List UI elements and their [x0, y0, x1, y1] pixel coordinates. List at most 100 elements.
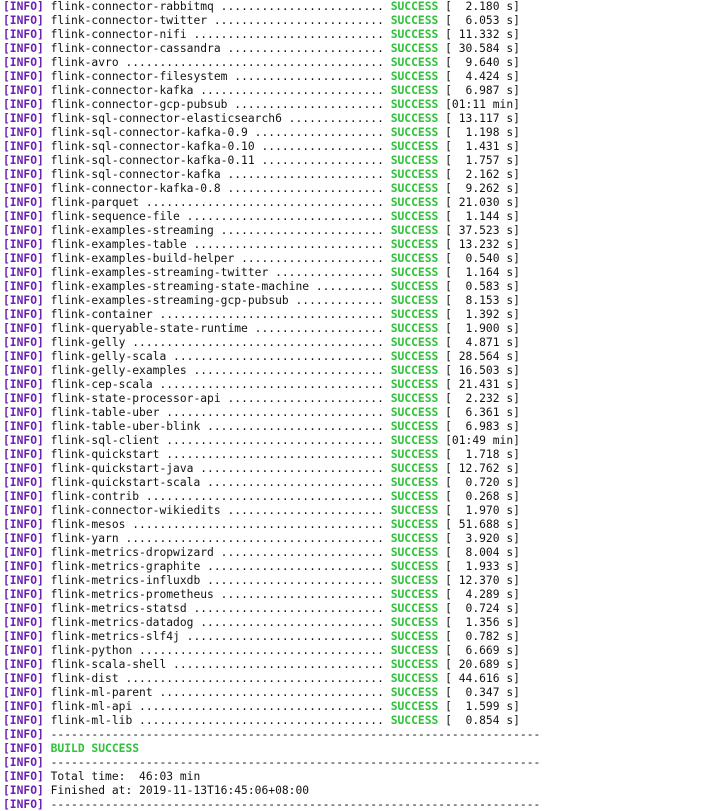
- info-tag: [INFO]: [3, 252, 44, 265]
- module-row: [INFO] flink-gelly .....................…: [3, 336, 520, 349]
- status-success: SUCCESS: [390, 168, 439, 181]
- status-success: SUCCESS: [390, 140, 439, 153]
- log-line-finished-at: [INFO] Finished at: 2019-11-13T16:45:06+…: [3, 784, 708, 798]
- status-success: SUCCESS: [390, 616, 439, 629]
- separator: ----------------------------------------…: [50, 798, 541, 811]
- module-row: [INFO] flink-sequence-file .............…: [3, 210, 520, 223]
- dot-leader: .......................: [220, 504, 391, 517]
- terminal-output: [INFO] flink-connector-rabbitmq ........…: [0, 0, 708, 811]
- module-row: [INFO] flink-scala-shell ...............…: [3, 658, 520, 671]
- dot-leader: ....................................: [132, 714, 391, 727]
- info-tag: [INFO]: [3, 112, 44, 125]
- build-result: BUILD SUCCESS: [50, 742, 140, 755]
- info-tag: [INFO]: [3, 28, 44, 41]
- module-duration: 11.332 s]: [451, 28, 520, 41]
- dot-leader: ....................................: [132, 644, 391, 657]
- module-name: flink-ml-parent: [50, 686, 153, 699]
- info-tag: [INFO]: [3, 504, 44, 517]
- status-success: SUCCESS: [390, 672, 439, 685]
- status-success: SUCCESS: [390, 714, 439, 727]
- module-name: flink-quickstart: [50, 448, 160, 461]
- info-tag: [INFO]: [3, 224, 44, 237]
- status-success: SUCCESS: [390, 462, 439, 475]
- dot-leader: ....................................: [132, 700, 391, 713]
- module-name: flink-state-processor-api: [50, 392, 221, 405]
- status-success: SUCCESS: [390, 434, 439, 447]
- info-tag: [INFO]: [3, 266, 44, 279]
- log-line-build-result: [INFO] BUILD SUCCESS: [3, 742, 708, 756]
- module-name: flink-metrics-influxdb: [50, 574, 201, 587]
- info-tag: [INFO]: [3, 546, 44, 559]
- module-duration: 13.117 s]: [451, 112, 520, 125]
- module-row: [INFO] flink-metrics-statsd ............…: [3, 602, 520, 615]
- dot-leader: ..........................: [200, 560, 391, 573]
- info-tag: [INFO]: [3, 700, 44, 713]
- status-success: SUCCESS: [390, 308, 439, 321]
- dot-leader: ...........................: [193, 84, 391, 97]
- dot-leader: ..........: [309, 280, 391, 293]
- module-name: flink-quickstart-scala: [50, 476, 201, 489]
- module-name: flink-table-uber: [50, 406, 160, 419]
- dot-leader: ..............: [281, 112, 391, 125]
- status-success: SUCCESS: [390, 42, 439, 55]
- module-row: [INFO] flink-mesos .....................…: [3, 518, 520, 531]
- module-row: [INFO] flink-connector-cassandra .......…: [3, 42, 520, 55]
- module-row: [INFO] flink-connector-kafka ...........…: [3, 84, 520, 97]
- dot-leader: ............................: [186, 364, 391, 377]
- module-row: [INFO] flink-metrics-dropwizard ........…: [3, 546, 520, 559]
- info-tag: [INFO]: [3, 476, 44, 489]
- log-line-separator: [INFO] ---------------------------------…: [3, 756, 708, 770]
- module-duration: 1.718 s]: [451, 448, 520, 461]
- status-success: SUCCESS: [390, 588, 439, 601]
- status-success: SUCCESS: [390, 224, 439, 237]
- status-success: SUCCESS: [390, 364, 439, 377]
- module-duration: 6.983 s]: [451, 420, 520, 433]
- info-tag: [INFO]: [3, 560, 44, 573]
- module-duration: 1.356 s]: [451, 616, 520, 629]
- info-tag: [INFO]: [3, 728, 44, 741]
- module-name: flink-cep-scala: [50, 378, 153, 391]
- module-duration: 1.970 s]: [451, 504, 520, 517]
- module-duration: 1.198 s]: [451, 126, 520, 139]
- module-row: [INFO] flink-quickstart ................…: [3, 448, 520, 461]
- module-name: flink-queryable-state-runtime: [50, 322, 248, 335]
- module-duration: 9.262 s]: [451, 182, 520, 195]
- module-row: [INFO] flink-sql-connector-kafka .......…: [3, 168, 520, 181]
- status-success: SUCCESS: [390, 280, 439, 293]
- module-duration: 6.361 s]: [451, 406, 520, 419]
- status-success: SUCCESS: [390, 112, 439, 125]
- module-name: flink-mesos: [50, 518, 126, 531]
- separator: ----------------------------------------…: [50, 756, 541, 769]
- module-duration: 2.232 s]: [451, 392, 520, 405]
- module-duration: 4.289 s]: [451, 588, 520, 601]
- info-tag: [INFO]: [3, 490, 44, 503]
- module-name: flink-ml-api: [50, 700, 133, 713]
- info-tag: [INFO]: [3, 56, 44, 69]
- dot-leader: ................................: [159, 406, 391, 419]
- module-name: flink-quickstart-java: [50, 462, 194, 475]
- module-row: [INFO] flink-connector-nifi ............…: [3, 28, 520, 41]
- info-tag: [INFO]: [3, 644, 44, 657]
- dot-leader: ...........................: [193, 616, 391, 629]
- status-success: SUCCESS: [390, 336, 439, 349]
- module-row: [INFO] flink-gelly-scala ...............…: [3, 350, 520, 363]
- module-name: flink-sql-connector-kafka-0.11: [50, 154, 255, 167]
- module-name: flink-connector-cassandra: [50, 42, 221, 55]
- info-tag: [INFO]: [3, 182, 44, 195]
- module-name: flink-metrics-prometheus: [50, 588, 214, 601]
- module-duration: 1.144 s]: [451, 210, 520, 223]
- module-duration: 4.871 s]: [451, 336, 520, 349]
- info-tag: [INFO]: [3, 14, 44, 27]
- dot-leader: ..........................: [200, 420, 391, 433]
- dot-leader: ............................: [186, 602, 391, 615]
- dot-leader: ...............................: [166, 350, 391, 363]
- info-tag: [INFO]: [3, 630, 44, 643]
- module-row: [INFO] flink-sql-connector-kafka-0.11 ..…: [3, 154, 520, 167]
- status-success: SUCCESS: [390, 126, 439, 139]
- module-row: [INFO] flink-examples-streaming ........…: [3, 224, 520, 237]
- dot-leader: ................................: [159, 448, 391, 461]
- module-duration: 1.164 s]: [451, 266, 520, 279]
- total-time: Total time: 46:03 min: [50, 770, 201, 783]
- module-row: [INFO] flink-contrib ...................…: [3, 490, 520, 503]
- module-duration: 0.724 s]: [451, 602, 520, 615]
